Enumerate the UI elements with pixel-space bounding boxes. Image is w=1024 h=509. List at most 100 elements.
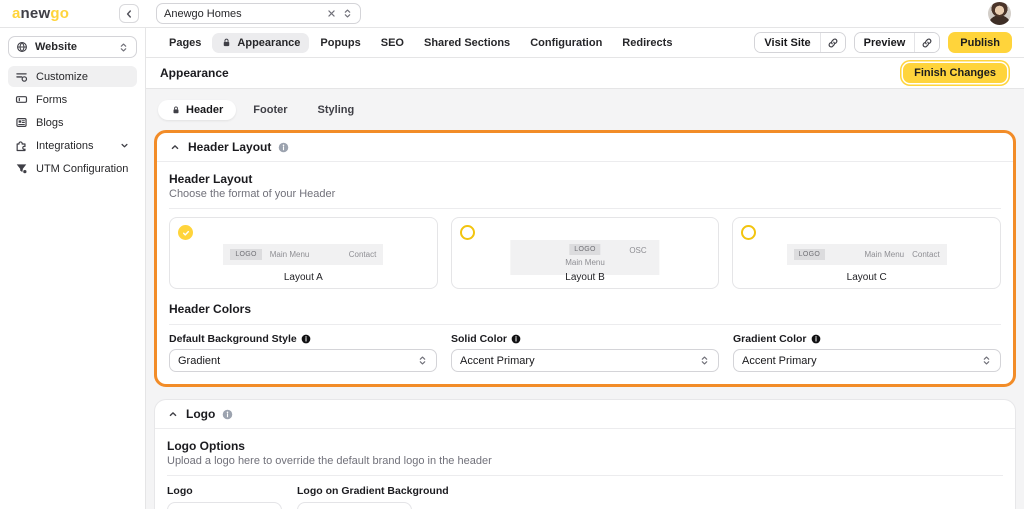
tab-label: Redirects bbox=[622, 37, 672, 49]
info-icon[interactable] bbox=[301, 334, 311, 344]
divider bbox=[169, 208, 1001, 209]
preview-osc-label: OSC bbox=[629, 246, 646, 255]
info-icon[interactable] bbox=[222, 409, 233, 420]
collapse-section-icon[interactable] bbox=[169, 141, 181, 153]
preview-logo-chip: LOGO bbox=[794, 249, 825, 260]
field-label-text: Solid Color bbox=[451, 333, 507, 345]
preview-contact-label: Contact bbox=[912, 250, 940, 259]
sidebar-item-label: Customize bbox=[36, 71, 130, 83]
tab-label: SEO bbox=[381, 37, 404, 49]
header-layout-group-subtitle: Choose the format of your Header bbox=[169, 188, 1001, 200]
logo-gradient-upload-dropzone[interactable] bbox=[297, 502, 412, 509]
site-actions: Visit Site Preview Publish bbox=[754, 32, 1012, 53]
subtab-header[interactable]: Header bbox=[158, 100, 236, 120]
tab-seo[interactable]: SEO bbox=[372, 33, 413, 53]
sidebar-item-integrations[interactable]: Integrations bbox=[8, 135, 137, 156]
subtab-styling[interactable]: Styling bbox=[305, 100, 368, 120]
check-icon bbox=[181, 228, 191, 238]
logo-upload-dropzone[interactable] bbox=[167, 502, 282, 509]
tab-label: Popups bbox=[320, 37, 360, 49]
gradient-color-select[interactable]: Accent Primary bbox=[733, 349, 1001, 372]
layout-a-preview: LOGO Main Menu Contact bbox=[223, 244, 383, 265]
preview-button[interactable]: Preview bbox=[855, 33, 915, 52]
content: Header Footer Styling Header Layout Head… bbox=[146, 89, 1024, 509]
sidebar-item-label: Forms bbox=[36, 94, 130, 106]
brand-zone: anewgo bbox=[0, 4, 146, 23]
lock-icon bbox=[171, 105, 181, 115]
sidebar-item-forms[interactable]: Forms bbox=[8, 89, 137, 110]
project-select[interactable]: Anewgo Homes bbox=[156, 3, 361, 24]
sidebar-site-select[interactable]: Website bbox=[8, 36, 137, 58]
tab-pages[interactable]: Pages bbox=[160, 33, 210, 53]
brand-part1: a bbox=[12, 5, 21, 22]
layout-b-preview: LOGO OSC Main Menu bbox=[510, 240, 659, 275]
shell: Website Customize Forms Blogs Integratio… bbox=[0, 28, 1024, 509]
main: Pages Appearance Popups SEO Shared Secti… bbox=[146, 28, 1024, 509]
radio-unselected-icon[interactable] bbox=[460, 225, 475, 240]
field-label: Gradient Color bbox=[733, 333, 1001, 345]
layout-options: LOGO Main Menu Contact Layout A bbox=[169, 217, 1001, 289]
field-gradient-color: Gradient Color Accent Primary bbox=[733, 333, 1001, 372]
publish-button[interactable]: Publish bbox=[948, 32, 1012, 53]
info-icon[interactable] bbox=[511, 334, 521, 344]
preview-menu-label: Main Menu bbox=[865, 250, 905, 259]
tab-redirects[interactable]: Redirects bbox=[613, 33, 681, 53]
header-layout-group-title: Header Layout bbox=[169, 172, 1001, 186]
select-value: Accent Primary bbox=[460, 355, 699, 367]
layout-option-a[interactable]: LOGO Main Menu Contact Layout A bbox=[169, 217, 438, 289]
preview-logo-chip: LOGO bbox=[230, 249, 261, 260]
globe-icon bbox=[16, 41, 28, 53]
sidebar-item-blogs[interactable]: Blogs bbox=[8, 112, 137, 133]
sidebar-item-utm-configuration[interactable]: UTM Configuration bbox=[8, 158, 137, 179]
app-root: anewgo Anewgo Homes Website Customize bbox=[0, 0, 1024, 509]
funnel-icon bbox=[15, 162, 28, 175]
chevron-left-icon bbox=[123, 8, 135, 20]
section-tabs: Pages Appearance Popups SEO Shared Secti… bbox=[146, 28, 1024, 58]
site-select-value: Website bbox=[35, 41, 111, 53]
chevron-up-down-icon bbox=[981, 355, 992, 366]
subtab-footer[interactable]: Footer bbox=[240, 100, 300, 120]
info-icon[interactable] bbox=[811, 334, 821, 344]
chevron-up-down-icon bbox=[342, 8, 353, 19]
sidebar-item-customize[interactable]: Customize bbox=[8, 66, 137, 87]
default-background-style-select[interactable]: Gradient bbox=[169, 349, 437, 372]
tab-shared-sections[interactable]: Shared Sections bbox=[415, 33, 519, 53]
tab-popups[interactable]: Popups bbox=[311, 33, 369, 53]
field-solid-color: Solid Color Accent Primary bbox=[451, 333, 719, 372]
collapse-section-icon[interactable] bbox=[167, 408, 179, 420]
field-default-background-style: Default Background Style Gradient bbox=[169, 333, 437, 372]
visit-site-link-button[interactable] bbox=[820, 33, 845, 52]
field-label-text: Gradient Color bbox=[733, 333, 807, 345]
layout-name: Layout C bbox=[733, 272, 1000, 283]
preview-link-button[interactable] bbox=[914, 33, 939, 52]
header-layout-section-header[interactable]: Header Layout bbox=[157, 133, 1013, 162]
radio-unselected-icon[interactable] bbox=[741, 225, 756, 240]
finish-changes-button[interactable]: Finish Changes bbox=[903, 63, 1007, 83]
tab-label: Shared Sections bbox=[424, 37, 510, 49]
visit-site-button[interactable]: Visit Site bbox=[755, 33, 819, 52]
header-colors-fields: Default Background Style Gradient bbox=[169, 333, 1001, 372]
logo-section-header[interactable]: Logo bbox=[155, 400, 1015, 429]
user-avatar[interactable] bbox=[988, 2, 1011, 25]
clear-icon[interactable] bbox=[326, 8, 337, 19]
radio-selected-icon[interactable] bbox=[178, 225, 193, 240]
visit-site-button-group: Visit Site bbox=[754, 32, 845, 53]
puzzle-icon bbox=[15, 139, 28, 152]
field-label-text: Default Background Style bbox=[169, 333, 297, 345]
info-icon[interactable] bbox=[278, 142, 289, 153]
chevron-up-down-icon bbox=[699, 355, 710, 366]
tab-appearance[interactable]: Appearance bbox=[212, 33, 309, 53]
brand-logo: anewgo bbox=[12, 6, 69, 21]
sliders-icon bbox=[15, 70, 28, 83]
tab-configuration[interactable]: Configuration bbox=[521, 33, 611, 53]
sidebar-collapse-button[interactable] bbox=[119, 4, 139, 23]
layout-option-c[interactable]: LOGO Main Menu Contact Layout C bbox=[732, 217, 1001, 289]
brand-part3: go bbox=[50, 5, 69, 22]
sidebar-item-label: Integrations bbox=[36, 140, 111, 152]
logo-group-title: Logo Options bbox=[167, 439, 1003, 453]
solid-color-select[interactable]: Accent Primary bbox=[451, 349, 719, 372]
logo-uploads: Logo Logo on Gradient Background bbox=[167, 485, 1003, 509]
project-select-icons bbox=[326, 8, 353, 19]
layout-option-b[interactable]: LOGO OSC Main Menu Layout B bbox=[451, 217, 720, 289]
appearance-subtabs: Header Footer Styling bbox=[158, 98, 1016, 121]
